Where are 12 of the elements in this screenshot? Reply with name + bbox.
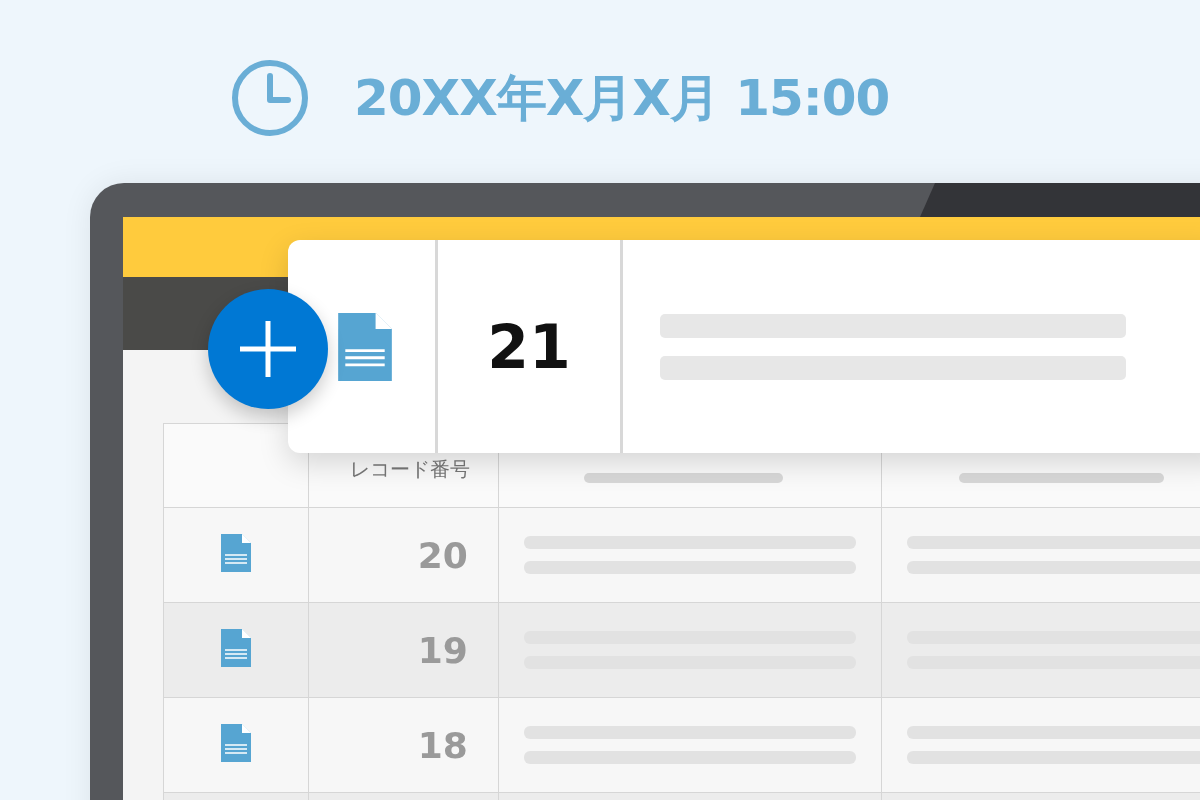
document-icon (220, 629, 251, 667)
record-number: 18 (417, 724, 468, 766)
clock-icon (230, 58, 310, 138)
date-time: 20XX年X月X月 15:00 (354, 67, 890, 129)
record-number: 21 (487, 311, 571, 382)
document-icon (220, 534, 251, 572)
record-number: 20 (417, 534, 468, 576)
column-header: レコード番号 (349, 457, 470, 481)
record-number: 19 (417, 629, 468, 671)
document-icon (220, 724, 251, 762)
plus-icon (238, 319, 298, 379)
document-icon (336, 312, 393, 381)
